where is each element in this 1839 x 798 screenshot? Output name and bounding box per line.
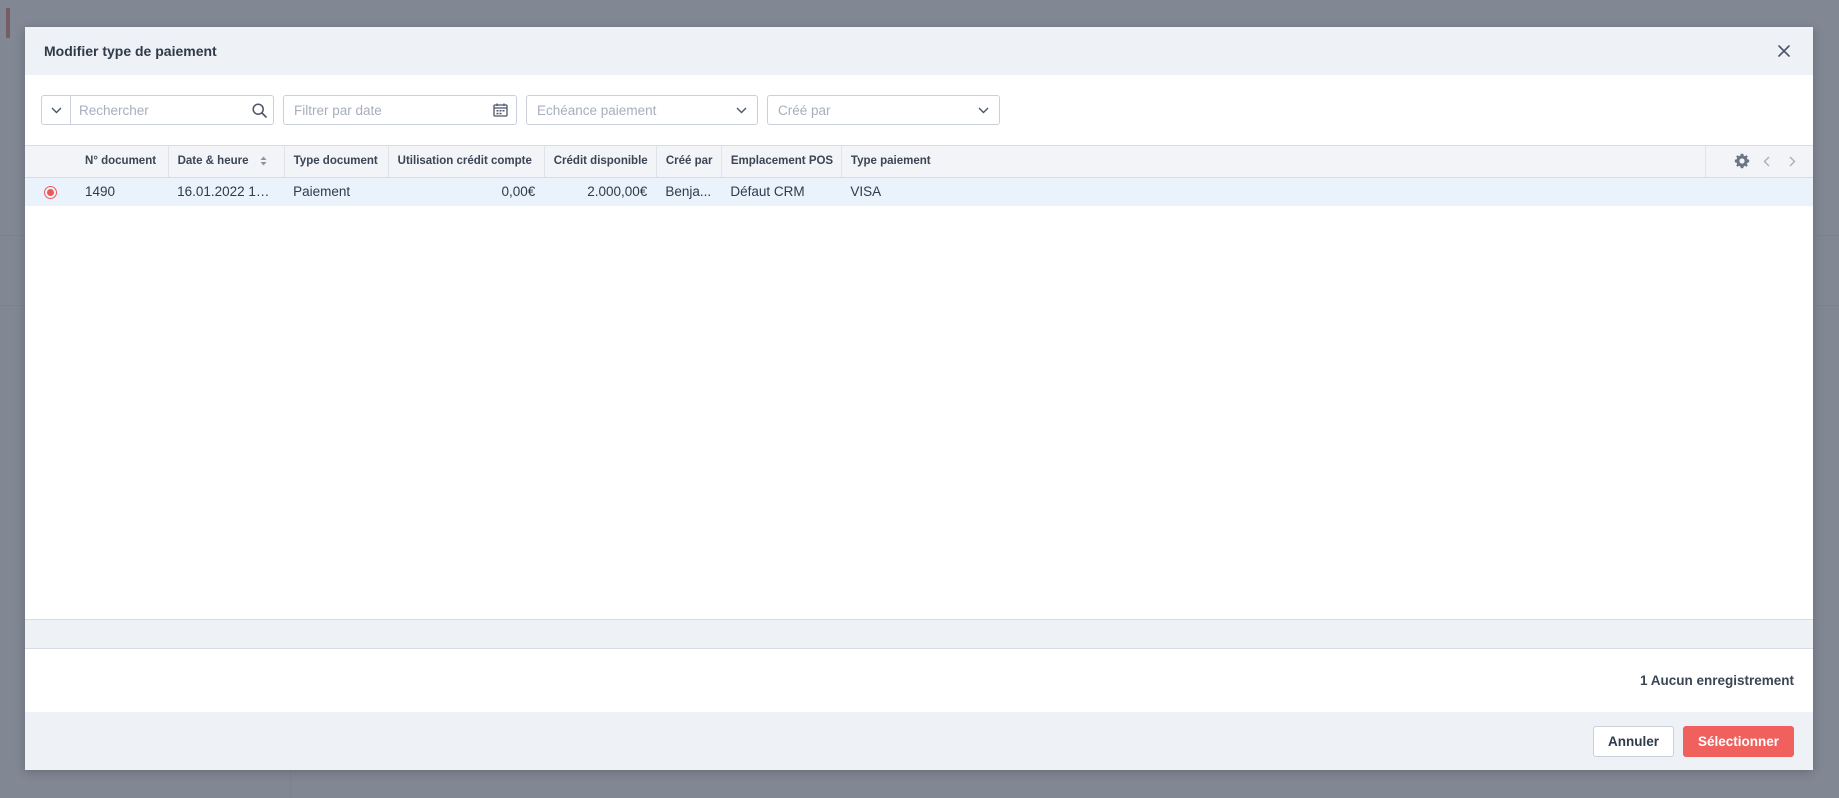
search-button[interactable]	[245, 96, 273, 124]
echeance-paiement-placeholder: Echéance paiement	[537, 102, 657, 118]
chevron-down-icon	[978, 107, 989, 113]
row-select-cell	[25, 177, 77, 206]
documents-table-container: N° document Date & heure Type document U…	[25, 145, 1813, 619]
chevron-right-icon	[1789, 156, 1795, 167]
scroll-left-button[interactable]	[1756, 150, 1778, 172]
search-input[interactable]	[71, 96, 245, 124]
header-select	[25, 146, 77, 178]
gear-icon	[1734, 154, 1749, 169]
header-utilisation-credit[interactable]: Utilisation crédit compte	[388, 146, 545, 178]
header-numero[interactable]: N° document	[76, 146, 169, 178]
scroll-right-button[interactable]	[1781, 150, 1803, 172]
date-filter[interactable]	[283, 95, 517, 125]
cell-numero: 1490	[76, 177, 169, 206]
modal-title: Modifier type de paiement	[44, 43, 217, 59]
header-date-label: Date & heure	[177, 155, 249, 168]
cancel-button[interactable]: Annuler	[1592, 725, 1674, 757]
close-icon	[1778, 45, 1790, 57]
column-settings-button[interactable]	[1731, 150, 1753, 172]
header-date[interactable]: Date & heure	[168, 146, 285, 178]
calendar-icon[interactable]	[493, 103, 508, 117]
table-header-row: N° document Date & heure Type document U…	[25, 146, 1813, 178]
cell-tools-empty	[1705, 177, 1813, 206]
table-tools	[1705, 146, 1813, 178]
cell-credit-disponible: 2.000,00€	[544, 177, 657, 206]
row-radio[interactable]	[44, 186, 57, 200]
header-credit-disponible[interactable]: Crédit disponible	[544, 146, 657, 178]
filter-bar: Echéance paiement Créé par	[25, 75, 1813, 145]
cree-par-placeholder: Créé par	[778, 102, 831, 118]
documents-table: N° document Date & heure Type document U…	[25, 146, 1813, 206]
header-emplacement-pos[interactable]: Emplacement POS	[721, 146, 842, 178]
sort-icon[interactable]	[260, 156, 267, 166]
search-icon	[251, 102, 267, 118]
cree-par-select[interactable]: Créé par	[767, 95, 1000, 125]
payment-type-modal: Modifier type de paiement Rechercher Fil…	[25, 27, 1813, 770]
chevron-left-icon	[1763, 156, 1770, 167]
close-button[interactable]	[1773, 40, 1795, 62]
cell-date: 16.01.2022 14:...	[168, 177, 285, 206]
cell-cree-par: Benja...	[656, 177, 722, 206]
modal-header: Modifier type de paiement	[25, 27, 1813, 75]
record-count: 1 Aucun enregistrement	[1639, 673, 1794, 688]
cell-emplacement-pos: Défaut CRM	[721, 177, 842, 206]
cell-type-document: Paiement	[284, 177, 389, 206]
table-row[interactable]: 1490 16.01.2022 14:... Paiement 0,00€ 2.…	[25, 177, 1813, 206]
chevron-down-icon	[736, 107, 747, 113]
header-type-document[interactable]: Type document	[284, 146, 389, 178]
search-mode-toggle[interactable]	[42, 96, 71, 124]
chevron-down-icon	[51, 107, 61, 113]
date-filter-input[interactable]	[294, 102, 493, 118]
header-cree-par[interactable]: Créé par	[656, 146, 722, 178]
modal-footer: Annuler Sélectionner	[25, 712, 1813, 770]
search-group	[41, 95, 274, 125]
echeance-paiement-select[interactable]: Echéance paiement	[526, 95, 758, 125]
cell-utilisation-credit: 0,00€	[388, 177, 545, 206]
header-type-paiement[interactable]: Type paiement	[841, 146, 1707, 178]
select-button[interactable]: Sélectionner	[1682, 725, 1794, 757]
table-footer-bar	[25, 619, 1813, 649]
cell-type-paiement: VISA	[841, 177, 1706, 206]
